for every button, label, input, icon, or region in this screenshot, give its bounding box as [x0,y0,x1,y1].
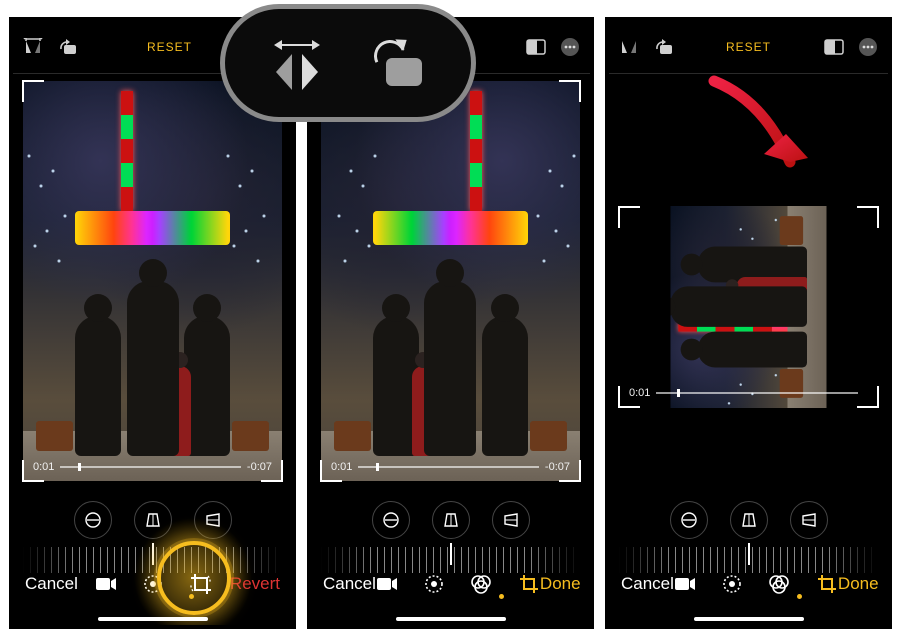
cancel-button[interactable]: Cancel [323,574,376,594]
editor-bottom-toolbar: Cancel Done [609,553,888,625]
crop-mode-icon[interactable] [816,573,838,595]
revert-button[interactable]: Revert [230,574,280,594]
scrubber-thumb[interactable] [677,389,680,397]
done-button[interactable]: Done [540,574,581,594]
crop-mode-active-dot [499,594,504,599]
flip-horizontal-icon[interactable] [23,38,43,56]
toolbar-divider [609,73,888,74]
home-indicator [98,617,208,621]
scrubber-remaining: -0:07 [247,461,272,473]
rotate-90-icon[interactable] [368,40,422,86]
vertical-perspective-icon[interactable] [432,501,470,539]
home-indicator [396,617,506,621]
more-icon[interactable] [560,37,580,57]
aspect-ratio-icon[interactable] [526,39,546,55]
straighten-icon[interactable] [74,501,112,539]
crop-canvas[interactable]: 0:01 -0:07 [321,81,580,481]
crop-mode-icon[interactable] [189,572,213,596]
geometry-mode-row [311,501,590,539]
geometry-mode-row [13,501,292,539]
more-icon[interactable] [858,37,878,57]
tutorial-arrow-icon [704,76,824,196]
editor-top-toolbar: RESET [609,21,888,73]
vertical-perspective-icon[interactable] [730,501,768,539]
geometry-mode-row [609,501,888,539]
adjust-mode-icon[interactable] [424,574,444,594]
aspect-ratio-icon[interactable] [824,39,844,55]
flip-horizontal-icon[interactable] [619,38,639,56]
video-frame-preview [23,81,282,481]
scrubber-thumb[interactable] [376,463,379,471]
scrubber-thumb[interactable] [78,463,81,471]
video-mode-icon[interactable] [376,576,398,592]
crop-mode-active-dot [189,594,194,599]
editor-bottom-toolbar: Cancel Revert [13,553,292,625]
rotate-90-icon[interactable] [653,38,673,56]
video-frame-preview [321,81,580,481]
straighten-icon[interactable] [670,501,708,539]
done-button[interactable]: Done [838,574,879,594]
video-mode-icon[interactable] [674,576,696,592]
crop-canvas[interactable]: 0:01 -0:07 [23,81,282,481]
scrubber-remaining: -0:07 [545,461,570,473]
home-indicator [694,617,804,621]
adjust-mode-icon[interactable] [143,574,163,594]
horizontal-perspective-icon[interactable] [194,501,232,539]
filters-mode-icon[interactable] [768,574,790,594]
cancel-button[interactable]: Cancel [621,574,674,594]
crop-canvas[interactable]: 0:01 - [619,207,878,407]
horizontal-perspective-icon[interactable] [492,501,530,539]
scrubber-elapsed: 0:01 [331,461,352,473]
crop-mode-icon[interactable] [518,573,540,595]
scrubber-elapsed: 0:01 [33,461,54,473]
video-scrubber[interactable]: 0:01 - [629,387,868,399]
vertical-perspective-icon[interactable] [134,501,172,539]
rotate-90-icon[interactable] [57,38,77,56]
editor-bottom-toolbar: Cancel Done [311,553,590,625]
crop-mode-active-dot [797,594,802,599]
reset-button[interactable]: RESET [147,40,192,54]
flip-horizontal-icon[interactable] [274,40,320,86]
video-scrubber[interactable]: 0:01 -0:07 [331,461,570,473]
horizontal-perspective-icon[interactable] [790,501,828,539]
reset-button[interactable]: RESET [726,40,771,54]
straighten-icon[interactable] [372,501,410,539]
scrubber-elapsed: 0:01 [629,387,650,399]
cancel-button[interactable]: Cancel [25,574,78,594]
video-frame-preview [671,206,827,408]
video-mode-icon[interactable] [95,576,117,592]
video-scrubber[interactable]: 0:01 -0:07 [33,461,272,473]
filters-mode-icon[interactable] [470,574,492,594]
adjust-mode-icon[interactable] [722,574,742,594]
tutorial-callout-pill [220,4,476,122]
